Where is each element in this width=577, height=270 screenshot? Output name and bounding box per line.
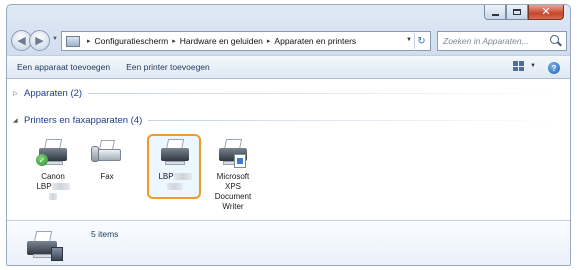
- group-divider: [88, 93, 563, 94]
- xps-printer-icon: [216, 136, 250, 170]
- forward-button[interactable]: ▶: [29, 30, 50, 51]
- address-history-dropdown-icon[interactable]: ▼: [406, 37, 412, 43]
- maximize-button[interactable]: [506, 5, 528, 20]
- redacted-model: [173, 173, 192, 181]
- caption-buttons: ✕: [484, 5, 564, 20]
- printer-icon: ✓: [36, 136, 70, 170]
- breadcrumb-item-control-panel[interactable]: Configuratiescherm: [95, 36, 169, 46]
- printer-icon: [158, 136, 192, 170]
- breadcrumb[interactable]: ▸ Configuratiescherm ▸ Hardware en gelui…: [61, 31, 431, 51]
- explorer-window: ✕ ◀ ▶ ▼ ▸ Configuratiescherm ▸ Hardware …: [0, 0, 577, 270]
- minimize-icon: [491, 13, 499, 16]
- collapsed-arrow-icon[interactable]: ▷: [13, 90, 19, 97]
- group-title-devices[interactable]: Apparaten (2): [24, 88, 82, 99]
- close-button[interactable]: ✕: [528, 5, 564, 20]
- device-label: LBP: [158, 172, 192, 192]
- add-device-button[interactable]: Een apparaat toevoegen: [17, 62, 110, 72]
- breadcrumb-separator-icon[interactable]: ▸: [267, 37, 271, 45]
- breadcrumb-item-devices-printers[interactable]: Apparaten en printers: [274, 36, 356, 46]
- back-arrow-icon: ◀: [17, 35, 26, 47]
- device-model-line: LBP: [36, 182, 52, 191]
- default-printer-check-icon: ✓: [36, 154, 48, 166]
- details-pane: 5 items: [7, 220, 570, 265]
- maximize-icon: [513, 9, 521, 15]
- control-panel-icon: [66, 35, 80, 47]
- device-name-line: LBP: [158, 172, 174, 181]
- forward-arrow-icon: ▶: [35, 35, 44, 47]
- close-icon: ✕: [541, 5, 551, 18]
- device-microsoft-xps[interactable]: Microsoft XPS Document Writer: [207, 136, 259, 212]
- redacted-model: [49, 193, 57, 201]
- breadcrumb-item-hardware-sound[interactable]: Hardware en geluiden: [180, 36, 263, 46]
- device-lbp-selected[interactable]: LBP: [149, 136, 201, 192]
- change-view-button[interactable]: ▼: [513, 61, 536, 71]
- search-input[interactable]: Zoeken in Apparaten...: [437, 31, 567, 51]
- search-placeholder: Zoeken in Apparaten...: [443, 36, 529, 46]
- window-frame: ✕ ◀ ▶ ▼ ▸ Configuratiescherm ▸ Hardware …: [6, 4, 571, 266]
- command-bar: Een apparaat toevoegen Een printer toevo…: [7, 55, 570, 79]
- chevron-down-icon: ▼: [530, 63, 536, 69]
- minimize-button[interactable]: [484, 5, 506, 20]
- title-bar: ✕: [7, 5, 570, 27]
- item-count: 5 items: [91, 229, 119, 239]
- refresh-icon[interactable]: ↻: [414, 33, 428, 49]
- devices-printers-icon: [25, 227, 63, 263]
- device-fax[interactable]: Fax: [81, 136, 133, 182]
- device-label: Fax: [100, 172, 113, 182]
- redacted-model: [167, 183, 183, 191]
- device-name-line: Fax: [100, 172, 114, 181]
- device-label: Microsoft XPS Document Writer: [215, 172, 251, 212]
- recent-pages-dropdown-icon[interactable]: ▼: [52, 36, 58, 42]
- view-grid-icon: [513, 61, 525, 71]
- device-canon-lbp[interactable]: ✓ Canon LBP: [27, 136, 79, 202]
- device-name-line: Microsoft: [216, 172, 250, 181]
- device-name-line: Canon: [41, 172, 65, 181]
- device-label: Canon LBP: [36, 172, 70, 202]
- device-name-line: Document: [214, 192, 252, 201]
- breadcrumb-separator-icon[interactable]: ▸: [172, 37, 176, 45]
- expanded-arrow-icon[interactable]: ◢: [13, 117, 19, 124]
- address-bar: ◀ ▶ ▼ ▸ Configuratiescherm ▸ Hardware en…: [7, 28, 570, 54]
- group-title-printers[interactable]: Printers en faxapparaten (4): [24, 115, 142, 126]
- device-name-line: Writer: [222, 202, 244, 211]
- search-icon[interactable]: [550, 35, 562, 47]
- device-name-line: XPS: [224, 182, 241, 191]
- fax-icon: [90, 136, 124, 170]
- group-devices[interactable]: ▷ Apparaten (2): [13, 88, 563, 99]
- breadcrumb-separator-icon[interactable]: ▸: [87, 37, 91, 45]
- help-icon[interactable]: ?: [548, 62, 560, 74]
- add-printer-button[interactable]: Een printer toevoegen: [126, 62, 210, 72]
- group-divider: [148, 120, 563, 121]
- group-printers[interactable]: ◢ Printers en faxapparaten (4): [13, 115, 563, 126]
- redacted-model: [51, 183, 70, 191]
